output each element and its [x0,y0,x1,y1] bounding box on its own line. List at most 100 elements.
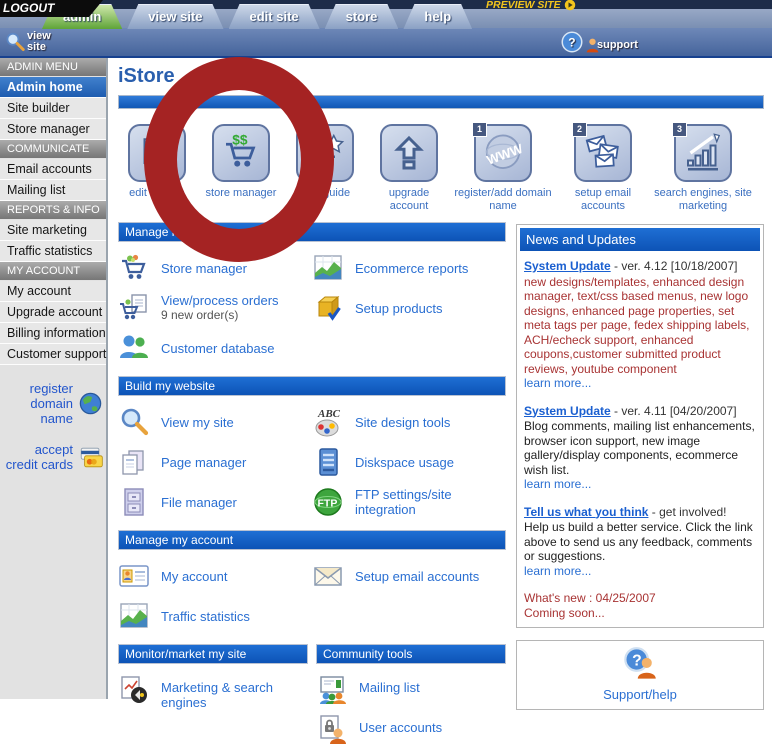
people-icon [118,332,150,364]
section-items: View my site Page manager File manager A… [118,396,506,530]
support-help-box[interactable]: ? Support/help [516,640,764,710]
link-setup-products[interactable]: Setup products [312,288,506,328]
sidebar-item-site-marketing[interactable]: Site marketing [0,220,106,241]
link-customer-database[interactable]: Customer database [118,328,312,368]
sidebar-item-admin-home[interactable]: Admin home [0,77,106,98]
bottom-sections: Monitor/market my site Marketing & searc… [118,644,506,750]
link-file-manager[interactable]: File manager [118,482,312,522]
learn-more-link[interactable]: learn more... [524,564,591,578]
tab-help[interactable]: help [403,4,472,29]
learn-more-link[interactable]: learn more... [524,477,591,491]
shortcut-edit-my-site[interactable]: edit my site [118,124,196,200]
link-label-wrap: FTP settings/site integration [355,487,506,517]
shortcut-store-manager[interactable]: $$ store manager [202,124,280,200]
link-sublabel: 9 new order(s) [161,308,279,323]
link-site-design-tools[interactable]: ABC Site design tools [312,402,506,442]
ftp-globe-icon: FTP [312,486,344,518]
envelopes-icon: 2 [574,124,632,182]
promo-register-domain-name[interactable]: register domain name [0,381,104,426]
learn-more-link[interactable]: learn more... [524,376,591,390]
shortcut-label: register/add domain name [454,187,552,212]
link-mailing-list[interactable]: Mailing list [316,670,506,710]
shortcut-web-guide[interactable]: web guide [286,124,364,200]
news-entry: System Update - ver. 4.11 [04/20/2007] B… [524,404,756,492]
sidebar-item-traffic-statistics[interactable]: Traffic statistics [0,241,106,262]
sidebar-item-email-accounts[interactable]: Email accounts [0,159,106,180]
sidebar-item-mailing-list[interactable]: Mailing list [0,180,106,201]
section-header: Community tools [316,644,506,664]
svg-text:$$: $$ [232,133,248,147]
view-site-button[interactable]: view site [4,31,51,53]
sidebar-header-my-account: MY ACCOUNT [0,262,106,280]
link-ecommerce-reports[interactable]: Ecommerce reports [312,248,506,288]
shortcut-setup-email-accounts[interactable]: 2 setup email accounts [554,124,652,212]
link-user-accounts[interactable]: User accounts [316,710,506,750]
news-entry: Tell us what you think - get involved! H… [524,505,756,579]
section-items: Marketing & search engines [118,664,308,714]
sidebar-item-my-account[interactable]: My account [0,281,106,302]
support-help-link[interactable]: Support/help [517,687,763,702]
www-globe-icon: 1 WWW. [474,124,532,182]
section-col: Store manager View/process orders 9 new … [118,248,312,368]
link-label: Ecommerce reports [355,261,468,276]
sidebar-item-site-builder[interactable]: Site builder [0,98,106,119]
news-link-system-update[interactable]: System Update [524,259,611,273]
title-divider-bar [118,95,764,109]
link-my-account[interactable]: My account [118,556,312,596]
news-suffix: - ver. 4.12 [10/18/2007] [611,259,738,273]
sidebar-item-customer-support[interactable]: Customer support [0,344,106,365]
link-label-wrap: User accounts [359,714,442,735]
link-traffic-statistics[interactable]: Traffic statistics [118,596,312,636]
toolbar: view site ? support [0,28,772,58]
content-columns: Manage my store Store manager View/proce… [118,222,764,750]
pages-icon [118,446,150,478]
edit-page-icon-glyph [137,133,177,173]
link-label: Diskspace usage [355,455,454,470]
link-view-my-site[interactable]: View my site [118,402,312,442]
section-manage-my-account: Manage my account My account Traffic sta… [118,530,506,644]
link-page-manager[interactable]: Page manager [118,442,312,482]
link-diskspace-usage[interactable]: Diskspace usage [312,442,506,482]
checklist-star-icon [296,124,354,182]
sidebar-item-upgrade-account[interactable]: Upgrade account [0,302,106,323]
link-view-process-orders[interactable]: View/process orders 9 new order(s) [118,288,312,328]
sidebar-item-store-manager[interactable]: Store manager [0,119,106,140]
tab-edit-site[interactable]: edit site [229,4,320,29]
promo-accept-credit-cards[interactable]: accept credit cards [0,442,104,472]
link-store-manager[interactable]: Store manager [118,248,312,288]
shortcut-upgrade-account[interactable]: upgrade account [370,124,448,212]
envelopes-icon-glyph [583,133,623,173]
link-label-wrap: My account [161,569,227,584]
news-link-system-update[interactable]: System Update [524,404,611,418]
shortcut-search-engines-site-marketing[interactable]: 3 search engines, site marketing [654,124,752,212]
preview-site-button[interactable]: PREVIEW SITE [486,0,576,9]
news-text: Blog comments, mailing list enhancements… [524,419,756,477]
link-label-wrap: View my site [161,415,234,430]
logout-button[interactable]: LOGOUT [0,0,103,17]
tab-view-site[interactable]: view site [127,4,223,29]
tab-store[interactable]: store [325,4,399,29]
shortcut-register-add-domain-name[interactable]: 1 WWW. register/add domain name [454,124,552,212]
link-label-wrap: Site design tools [355,415,450,430]
support-button[interactable]: ? support [560,30,638,54]
magnifier-icon [4,31,26,53]
link-marketing-search-engines[interactable]: Marketing & search engines [118,670,308,714]
step-badge: 3 [672,122,687,137]
section-header: Manage my account [118,530,506,550]
link-label-wrap: View/process orders 9 new order(s) [161,293,279,323]
sidebar-header-admin-menu: ADMIN MENU [0,58,106,76]
link-label-wrap: Customer database [161,341,274,356]
svg-text:FTP: FTP [318,498,338,510]
link-ftp-settings-site-integration[interactable]: FTP FTP settings/site integration [312,482,506,522]
news-link-tell-us-what-you-think[interactable]: Tell us what you think [524,505,648,519]
chart-icon [118,600,150,632]
link-setup-email-accounts[interactable]: Setup email accounts [312,556,506,596]
link-label: Setup products [355,301,442,316]
coming-soon-line: Coming soon... [524,606,756,621]
chart-icon [312,252,344,284]
cart-dollar-icon: $$ [212,124,270,182]
bars-arrow-icon-glyph [683,133,723,173]
support-help-icon: ? [622,646,658,682]
section-community-tools: Community tools Mailing list User accoun… [316,644,506,750]
sidebar-item-billing-information[interactable]: Billing information [0,323,106,344]
